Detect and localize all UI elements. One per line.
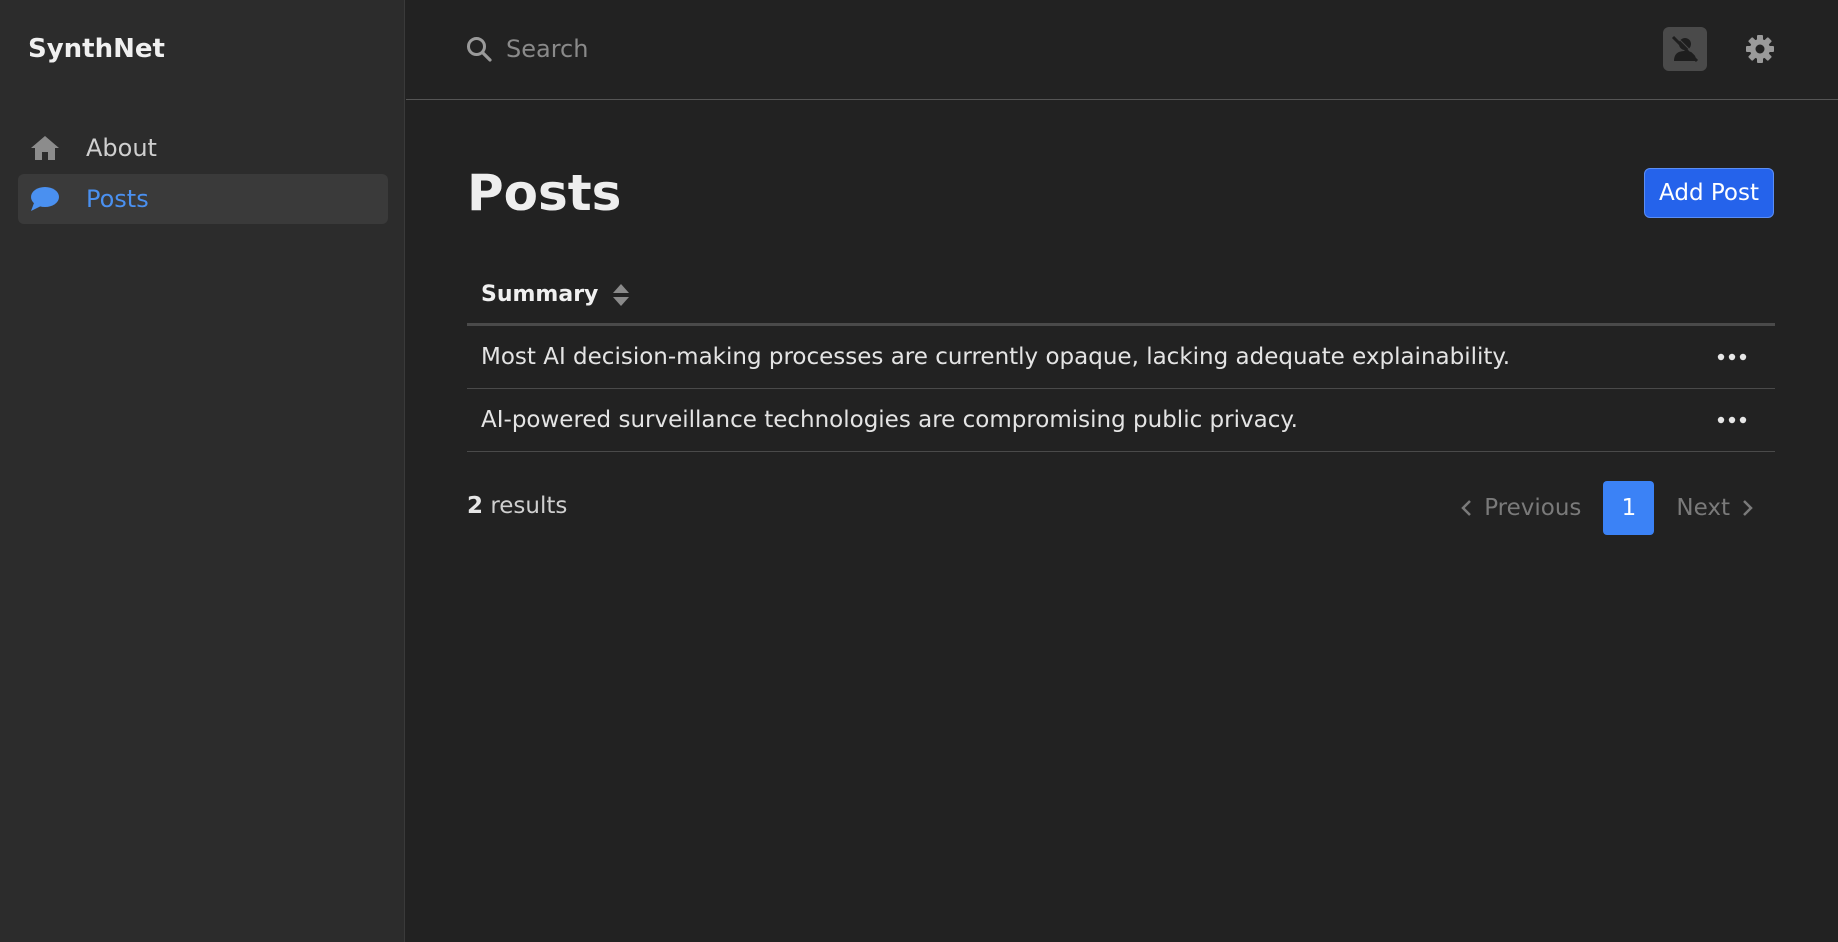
previous-page-button[interactable]: Previous xyxy=(1460,495,1581,521)
sort-icon xyxy=(613,283,630,306)
search-input[interactable] xyxy=(506,28,1206,70)
sidebar-item-label: Posts xyxy=(86,185,149,213)
next-page-button[interactable]: Next xyxy=(1676,495,1754,521)
more-options-icon[interactable] xyxy=(1715,407,1749,433)
sidebar-item-posts[interactable]: Posts xyxy=(18,174,388,224)
home-icon xyxy=(28,131,62,165)
sidebar-nav: About Posts xyxy=(18,123,388,225)
results-count: 2 results xyxy=(467,493,567,519)
app-brand[interactable]: SynthNet xyxy=(28,34,165,64)
gear-icon[interactable] xyxy=(1743,32,1777,66)
sidebar: SynthNet About Posts xyxy=(0,0,405,942)
results-label: results xyxy=(483,493,568,519)
previous-label: Previous xyxy=(1484,495,1582,521)
sidebar-item-about[interactable]: About xyxy=(18,123,388,173)
summary-cell: AI-powered surveillance technologies are… xyxy=(481,407,1298,433)
app-root: SynthNet About Posts Search Posts Add Po… xyxy=(0,0,1838,942)
chevron-left-icon xyxy=(1461,500,1472,516)
page-title: Posts xyxy=(467,164,622,222)
table-row[interactable]: Most AI decision-making processes are cu… xyxy=(467,326,1775,389)
add-post-button[interactable]: Add Post xyxy=(1644,168,1774,218)
column-header-summary[interactable]: Summary xyxy=(481,282,630,308)
top-header xyxy=(406,0,1838,100)
search-icon xyxy=(466,36,492,62)
posts-table: Summary Most AI decision-making processe… xyxy=(467,266,1775,452)
summary-cell: Most AI decision-making processes are cu… xyxy=(481,344,1511,370)
column-header-label: Summary xyxy=(481,282,599,307)
more-options-icon[interactable] xyxy=(1715,344,1749,370)
next-label: Next xyxy=(1676,495,1730,521)
chat-bubble-icon xyxy=(28,182,62,216)
sidebar-item-label: About xyxy=(86,134,157,162)
avatar[interactable] xyxy=(1663,27,1707,71)
table-row[interactable]: AI-powered surveillance technologies are… xyxy=(467,389,1775,452)
user-slash-icon xyxy=(1671,34,1700,63)
chevron-right-icon xyxy=(1743,500,1753,516)
table-header: Summary xyxy=(467,266,1775,326)
results-number: 2 xyxy=(467,493,484,519)
page-1-button[interactable]: 1 xyxy=(1603,481,1655,535)
pagination: Previous 1 Next xyxy=(1460,481,1774,535)
